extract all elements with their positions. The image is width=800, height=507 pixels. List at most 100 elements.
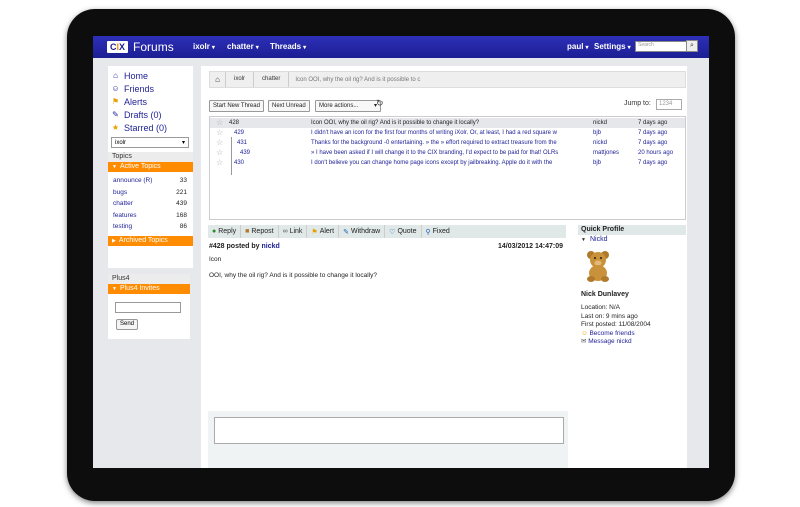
search-input[interactable]: Search: [635, 41, 689, 52]
alert-icon: ⚑: [311, 228, 318, 236]
envelope-icon: ✉: [581, 338, 587, 345]
quick-profile: Quick Profile ▼ Nickd Nick Dunlavey Locat…: [578, 225, 686, 347]
plus4-panel: Plus4 ▼ Plus4 Invites Send: [108, 273, 190, 339]
star-outline-icon[interactable]: ☆: [216, 158, 223, 168]
plus4-invites-header[interactable]: ▼ Plus4 Invites: [108, 283, 190, 294]
star-outline-icon[interactable]: ☆: [216, 138, 223, 148]
left-sidebar: ⌂ Home ☺ Friends ⚑ Alerts ✎ Drafts (0) ★ Star…: [108, 66, 193, 339]
triangle-down-icon: ▼: [112, 164, 117, 170]
star-outline-icon[interactable]: ☆: [216, 118, 223, 128]
active-topics-header[interactable]: ▼ Active Topics: [108, 162, 193, 172]
thread-list: ☆ 428 Icon OOI, why the oil rig? And is …: [209, 116, 686, 220]
message-date: 14/03/2012 14:47:09: [498, 243, 563, 250]
reply-textarea[interactable]: [214, 417, 564, 444]
topic-list: announce (R) 33 bugs 221 chatter 439 featur…: [108, 172, 193, 233]
withdraw-button[interactable]: ✎ Withdraw: [339, 225, 386, 238]
top-navigation-bar: CIX Forums ixolr ▾ chatter ▾ Threads ▾ paul…: [93, 36, 709, 58]
friends-icon: ☺: [111, 84, 120, 93]
reply-panel: [208, 411, 568, 468]
link-button[interactable]: ∞ Link: [279, 225, 308, 238]
breadcrumb-forum[interactable]: ixolr: [226, 72, 255, 87]
search-button[interactable]: ⌕: [686, 40, 698, 52]
thread-row[interactable]: ☆ 439 » I have been asked if I will chan…: [210, 148, 685, 158]
main-content: ⌂ ixolr chatter Icon OOI, why the oil ri…: [201, 66, 687, 468]
avatar: [587, 251, 609, 282]
quote-button[interactable]: ♡ Quote: [385, 225, 422, 238]
menu-settings[interactable]: Settings ▾: [594, 42, 631, 51]
triangle-down-icon: ▼: [112, 285, 117, 292]
sidebar-item-home[interactable]: ⌂ Home: [111, 69, 193, 82]
triangle-down-icon: ▼: [581, 237, 586, 243]
refresh-icon[interactable]: ↻: [376, 98, 384, 109]
profile-username-toggle[interactable]: ▼ Nickd: [578, 235, 686, 245]
next-unread-button[interactable]: Next Unread: [268, 100, 310, 112]
topic-row[interactable]: announce (R) 33: [108, 175, 193, 187]
message-text: OOI, why the oil rig? And is it possible…: [209, 272, 378, 279]
profile-first-posted: First posted: 11/08/2004: [581, 321, 651, 328]
sidebar-item-friends[interactable]: ☺ Friends: [111, 82, 193, 95]
message-subject: Icon: [209, 256, 222, 263]
sidebar-item-starred[interactable]: ★ Starred (0): [111, 121, 193, 134]
sidebar-nav-panel: ⌂ Home ☺ Friends ⚑ Alerts ✎ Drafts (0) ★ Star…: [108, 66, 193, 268]
star-outline-icon[interactable]: ☆: [216, 128, 223, 138]
invite-email-input[interactable]: [115, 301, 181, 313]
archived-topics-header[interactable]: ▶ Archived Topics: [108, 235, 193, 246]
cix-logo[interactable]: CIX Forums: [107, 40, 174, 54]
repost-icon: ■: [245, 228, 250, 235]
alert-button[interactable]: ⚑ Alert: [307, 225, 340, 238]
reply-button[interactable]: ● Reply: [208, 225, 242, 238]
breadcrumb-current: Icon OOI, why the oil rig? And is it pos…: [295, 76, 421, 83]
start-new-thread-button[interactable]: Start New Thread: [209, 100, 264, 112]
quote-icon: ♡: [389, 228, 396, 236]
alert-icon: ⚑: [111, 97, 120, 106]
topics-title: Topics: [108, 152, 193, 162]
chevron-down-icon: ▾: [627, 45, 631, 51]
thread-row[interactable]: ☆ 428 Icon OOI, why the oil rig? And is …: [210, 118, 685, 128]
plus4-title: Plus4: [108, 273, 190, 284]
breadcrumb-topic[interactable]: chatter: [254, 72, 290, 87]
withdraw-icon: ✎: [343, 228, 349, 236]
become-friends-link[interactable]: ☺ Become friends: [581, 330, 686, 339]
message-toolbar: ● Reply ■ Repost ∞ Link ⚑ Alert ✎ Withdraw ♡ Q…: [208, 225, 566, 238]
link-icon: ∞: [282, 228, 288, 235]
reply-icon: ●: [212, 228, 217, 235]
thread-row[interactable]: ☆ 429 I didn't have an icon for the firs…: [210, 128, 685, 138]
message-author[interactable]: nickd: [262, 243, 280, 250]
sidebar-item-alerts[interactable]: ⚑ Alerts: [111, 95, 193, 108]
thread-row[interactable]: ☆ 430 I don't believe you can change hom…: [210, 158, 685, 168]
menu-ixolr[interactable]: ixolr ▾: [193, 42, 215, 51]
topic-row[interactable]: bugs 221: [108, 187, 193, 199]
message-body: Icon OOI, why the oil rig? And is it pos…: [209, 256, 559, 288]
topic-row[interactable]: chatter 439: [108, 198, 193, 210]
sidebar-item-drafts[interactable]: ✎ Drafts (0): [111, 108, 193, 121]
jump-input[interactable]: 1234: [656, 99, 682, 110]
home-icon[interactable]: ⌂: [210, 72, 226, 87]
chevron-down-icon: ▾: [303, 45, 307, 51]
forum-select[interactable]: ixolr ▾: [111, 137, 189, 148]
chevron-down-icon: ▾: [585, 45, 589, 51]
repost-button[interactable]: ■ Repost: [241, 225, 279, 238]
topic-row[interactable]: testing 86: [108, 221, 193, 233]
fixed-icon: ⚲: [425, 228, 431, 236]
friends-icon: ☺: [581, 329, 588, 337]
thread-row[interactable]: ☆ 431 Thanks for the background -0 enter…: [210, 138, 685, 148]
menu-chatter[interactable]: chatter ▾: [227, 42, 259, 51]
chevron-down-icon: ▾: [181, 140, 185, 146]
star-outline-icon[interactable]: ☆: [216, 148, 223, 158]
logo-mark: CIX: [107, 41, 129, 53]
breadcrumb: ⌂ ixolr chatter Icon OOI, why the oil ri…: [209, 71, 686, 88]
fixed-button[interactable]: ⚲ Fixed: [422, 225, 454, 238]
draft-icon: ✎: [112, 110, 119, 119]
message-user-link[interactable]: ✉ Message nickd: [581, 338, 686, 347]
star-icon: ★: [111, 123, 120, 132]
chevron-down-icon: ▾: [211, 45, 215, 51]
home-icon: ⌂: [113, 71, 118, 80]
profile-last-on: Last on: 9 mins ago: [581, 312, 638, 320]
menu-user[interactable]: paul ▾: [567, 42, 588, 51]
jump-label: Jump to:: [624, 100, 651, 107]
triangle-right-icon: ▶: [112, 237, 116, 244]
menu-threads[interactable]: Threads ▾: [270, 42, 306, 51]
topic-row[interactable]: features 168: [108, 210, 193, 222]
more-actions-select[interactable]: More actions... ▾: [315, 100, 381, 112]
send-button[interactable]: Send: [116, 318, 138, 330]
